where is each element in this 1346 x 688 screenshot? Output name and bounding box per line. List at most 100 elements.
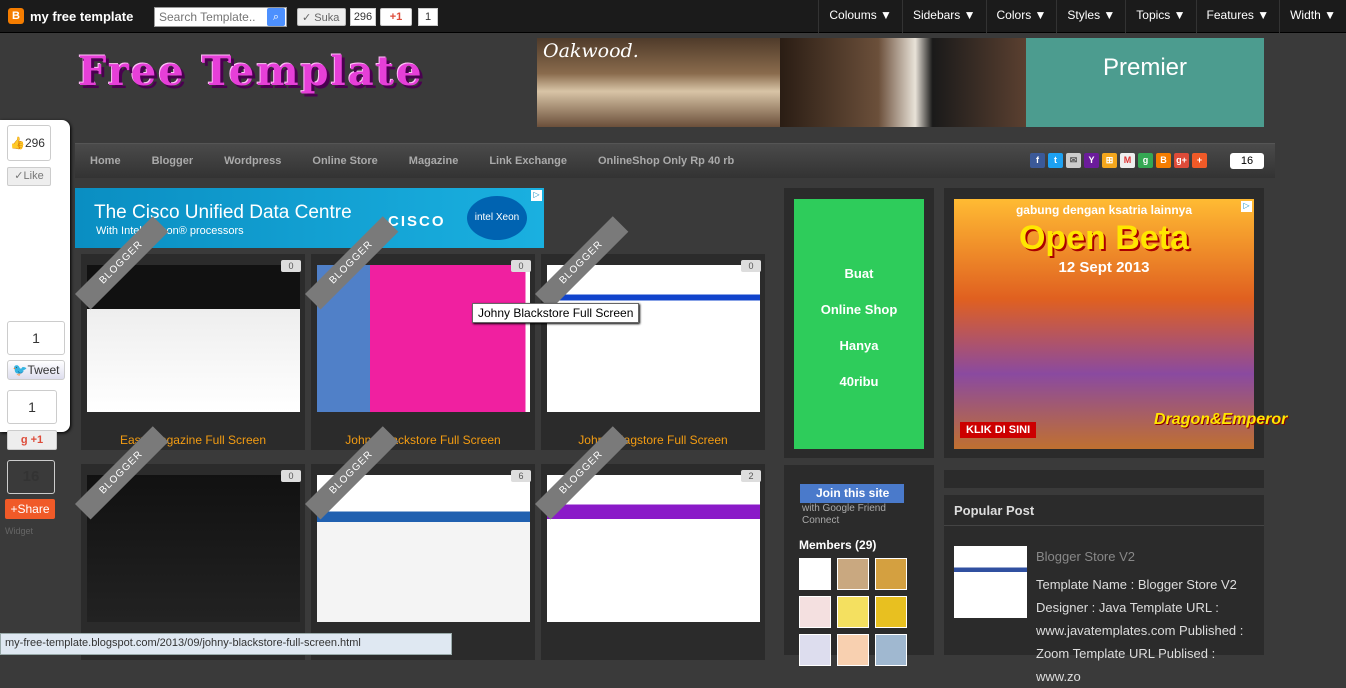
post-title-link[interactable]: Easy Magazine Full Screen xyxy=(81,433,305,447)
menu-features[interactable]: Features ▼ xyxy=(1195,0,1280,33)
adchoices-icon[interactable]: ▷ xyxy=(1241,201,1252,212)
comment-count: 0 xyxy=(741,260,761,272)
blogger-logo-icon[interactable]: B xyxy=(8,8,24,24)
comment-count: 0 xyxy=(281,470,301,482)
member-avatar[interactable] xyxy=(837,596,869,628)
member-avatar[interactable] xyxy=(799,634,831,666)
post-card[interactable]: 0 BLOGGER Johny Magstore Full Screen xyxy=(535,216,765,450)
fb-like-count: 👍296 xyxy=(7,125,51,161)
comment-count: 2 xyxy=(741,470,761,482)
member-avatar[interactable] xyxy=(837,558,869,590)
post-card[interactable]: 6 BLOGGER xyxy=(305,426,535,660)
game-ad-headline: Open Beta xyxy=(1018,219,1190,257)
tweet-button[interactable]: 🐦Tweet xyxy=(7,360,65,380)
gplus-float-count: 1 xyxy=(7,390,57,424)
nav-wordpress[interactable]: Wordpress xyxy=(224,144,281,179)
nav-magazine[interactable]: Magazine xyxy=(409,144,459,179)
post-title-link[interactable]: Johny Blackstore Full Screen xyxy=(311,433,535,447)
game-ad-cta[interactable]: KLIK DI SINI xyxy=(960,422,1037,438)
nav-home[interactable]: Home xyxy=(90,144,121,179)
banner-room-photo: Oakwood. xyxy=(537,38,780,127)
blogger-navbar: B my free template ⌕ ✓ Suka 296 +1 1 Col… xyxy=(0,0,1346,33)
post-card[interactable]: 0 BLOGGER Johny Blackstore Full Screen xyxy=(305,216,535,450)
join-site-button[interactable]: Join this site xyxy=(800,484,904,503)
post-thumbnail[interactable] xyxy=(87,265,300,412)
members-grid xyxy=(799,558,907,666)
addthis-icon[interactable]: + xyxy=(1192,153,1207,168)
popular-post-link[interactable]: Blogger Store V2 xyxy=(1036,549,1135,564)
site-title[interactable]: Free Template xyxy=(78,48,424,95)
gplus-count: 1 xyxy=(418,8,438,26)
google-icon[interactable]: g xyxy=(1138,153,1153,168)
gplus-float-label: +1 xyxy=(30,434,44,446)
menu-colors[interactable]: Colors ▼ xyxy=(985,0,1057,33)
tweet-label: Tweet xyxy=(27,363,60,377)
menu-styles[interactable]: Styles ▼ xyxy=(1056,0,1125,33)
widget-link[interactable]: Widget xyxy=(5,526,33,536)
menu-width[interactable]: Width ▼ xyxy=(1279,0,1346,33)
googleplus-icon[interactable]: g+ xyxy=(1174,153,1189,168)
game-ad-date: 12 Sept 2013 xyxy=(1058,259,1150,276)
fb-like-label: Like xyxy=(23,170,44,182)
comment-count: 0 xyxy=(511,260,531,272)
post-card[interactable]: 0 BLOGGER xyxy=(75,426,305,660)
game-ad[interactable]: gabung dengan ksatria lainnya Open Beta … xyxy=(954,199,1287,449)
nav-onlineshop[interactable]: OnlineShop Only Rp 40 rb xyxy=(598,144,734,179)
cisco-headline: The Cisco Unified Data Centre xyxy=(94,202,352,223)
share-button[interactable]: +Share xyxy=(5,499,55,519)
fb-like-button[interactable]: ✓Like xyxy=(7,167,51,186)
members-title: Members (29) xyxy=(799,538,877,552)
menu-sidebars[interactable]: Sidebars ▼ xyxy=(901,0,986,33)
member-avatar[interactable] xyxy=(799,558,831,590)
member-avatar[interactable] xyxy=(799,596,831,628)
email-icon[interactable]: ✉ xyxy=(1066,153,1081,168)
gfc-subtext: with Google Friend Connect xyxy=(802,503,886,526)
member-avatar[interactable] xyxy=(875,596,907,628)
fb-count: 296 xyxy=(24,136,45,150)
sidebar-ad-box: Buat Online Shop Hanya 40ribu xyxy=(784,188,934,458)
twitter-icon[interactable]: t xyxy=(1048,153,1063,168)
post-thumbnail[interactable] xyxy=(87,475,300,622)
oakwood-banner-ad[interactable]: Oakwood. Premier xyxy=(537,38,1264,127)
facebook-like-button[interactable]: ✓ Suka xyxy=(297,8,346,26)
member-avatar[interactable] xyxy=(875,558,907,590)
popular-post-thumbnail[interactable] xyxy=(954,546,1027,618)
popular-post-widget: Popular Post Blogger Store V2 Template N… xyxy=(944,495,1264,684)
post-card[interactable]: 2 BLOGGER xyxy=(535,426,765,660)
status-bar-url: my-free-template.blogspot.com/2013/09/jo… xyxy=(0,633,452,655)
ad-line: Buat xyxy=(844,266,874,281)
post-thumbnail[interactable] xyxy=(317,265,530,412)
nav-online-store[interactable]: Online Store xyxy=(312,144,377,179)
sidebar-empty-box xyxy=(944,470,1264,488)
like-count: 296 xyxy=(350,8,376,26)
post-card[interactable]: 0 BLOGGER Easy Magazine Full Screen xyxy=(75,216,305,450)
blog-name-link[interactable]: my free template xyxy=(30,9,133,24)
sidebar-game-ad-box: gabung dengan ksatria lainnya Open Beta … xyxy=(944,188,1287,458)
member-avatar[interactable] xyxy=(875,634,907,666)
menu-coloums[interactable]: Coloums ▼ xyxy=(818,0,902,33)
gplus-float-button[interactable]: g +1 xyxy=(7,430,57,450)
gmail-icon[interactable]: M xyxy=(1120,153,1135,168)
adchoices-icon[interactable]: ▷ xyxy=(531,190,542,201)
post-thumbnail[interactable] xyxy=(547,265,760,412)
nav-link-exchange[interactable]: Link Exchange xyxy=(489,144,567,179)
tweet-count: 1 xyxy=(7,321,65,355)
top-menu: Coloums ▼ Sidebars ▼ Colors ▼ Styles ▼ T… xyxy=(818,0,1346,33)
search-icon[interactable]: ⌕ xyxy=(267,8,285,26)
share-label: Share xyxy=(17,502,50,516)
post-thumbnail[interactable] xyxy=(317,475,530,622)
facebook-icon[interactable]: f xyxy=(1030,153,1045,168)
onlineshop-ad[interactable]: Buat Online Shop Hanya 40ribu xyxy=(794,199,924,449)
gplus-button[interactable]: +1 xyxy=(380,8,412,26)
floating-share-widget: 👍296 ✓Like 1 🐦Tweet 1 g +1 16 +Share Wid… xyxy=(0,120,70,536)
post-thumbnail[interactable] xyxy=(547,475,760,622)
blogger-icon[interactable]: B xyxy=(1156,153,1171,168)
member-avatar[interactable] xyxy=(837,634,869,666)
windows-icon[interactable]: ⊞ xyxy=(1102,153,1117,168)
yahoo-icon[interactable]: Y xyxy=(1084,153,1099,168)
nav-blogger[interactable]: Blogger xyxy=(152,144,194,179)
comment-count: 6 xyxy=(511,470,531,482)
game-ad-logo: Dragon&Emperor xyxy=(1154,411,1288,428)
post-title-link[interactable]: Johny Magstore Full Screen xyxy=(541,433,765,447)
menu-topics[interactable]: Topics ▼ xyxy=(1125,0,1195,33)
